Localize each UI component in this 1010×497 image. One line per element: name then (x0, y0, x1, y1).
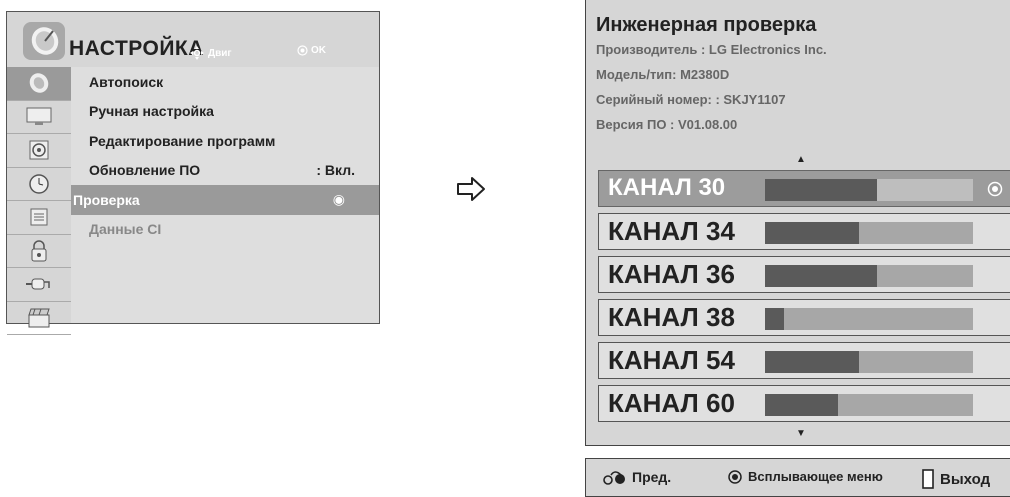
channel-label: КАНАЛ 38 (608, 302, 735, 332)
diagnostics-panel: Инженерная проверка Производитель : LG E… (585, 0, 1010, 446)
menu-item-label: Автопоиск (89, 73, 164, 90)
ok-indicator-icon (987, 181, 1003, 197)
signal-bar (765, 351, 973, 373)
menu-item-value: : Вкл. (316, 162, 355, 179)
category-lock[interactable] (7, 201, 71, 235)
satellite-dish-icon (29, 73, 49, 94)
move-hint-label: Двиг (208, 47, 232, 59)
menu-header: НАСТРОЙКА Двиг OK (7, 12, 379, 66)
right-arrow-icon (457, 177, 485, 201)
category-channel-setup[interactable] (7, 67, 71, 101)
serial-info: Серийный номер: : SKJY1107 (596, 92, 786, 107)
category-input[interactable] (7, 268, 71, 302)
manufacturer-info: Производитель : LG Electronics Inc. (596, 42, 827, 57)
category-sidebar (7, 67, 72, 335)
menu-item-label: Проверка (73, 191, 140, 208)
popup-menu-label: Всплывающее меню (748, 469, 883, 484)
signal-bar (765, 179, 973, 201)
menu-item-label: Обновление ПО (89, 162, 201, 179)
signal-bar-fill (765, 308, 784, 330)
popup-menu-button[interactable]: Всплывающее меню (728, 469, 883, 484)
exit-button[interactable]: Выход (922, 469, 990, 489)
menu-item-label: Ручная настройка (89, 103, 214, 120)
channel-row[interactable]: КАНАЛ 38 (598, 299, 1010, 336)
ok-hint-label: OK (311, 45, 326, 56)
ok-indicator-icon: ◉ (332, 191, 345, 208)
signal-bar-fill (765, 351, 859, 373)
channel-row[interactable]: КАНАЛ 36 (598, 256, 1010, 293)
category-picture[interactable] (7, 101, 71, 134)
settings-menu: НАСТРОЙКА Двиг OK Автопоиск Ручная настр… (6, 11, 380, 335)
scroll-up-icon[interactable]: ▲ (796, 154, 806, 165)
channel-row[interactable]: КАНАЛ 60 (598, 385, 1010, 422)
menu-item-label: Данные CI (89, 221, 162, 238)
signal-bar (765, 308, 973, 330)
menu-item-label: Редактирование программ (89, 132, 276, 149)
menu-item-programme-edit[interactable]: Редактирование программ (71, 126, 379, 156)
ok-hint: OK (297, 45, 326, 56)
monitor-icon (26, 107, 52, 125)
menu-item-ci-info: Данные CI (71, 215, 379, 245)
channel-label: КАНАЛ 60 (608, 388, 735, 418)
category-audio[interactable] (7, 134, 71, 168)
diagnostics-title: Инженерная проверка (596, 14, 817, 36)
exit-door-icon (922, 469, 934, 489)
channel-label: КАНАЛ 30 (608, 174, 726, 201)
menu-item-software-update[interactable]: Обновление ПО : Вкл. (71, 156, 379, 186)
dpad-icon (190, 46, 204, 60)
channel-row[interactable]: КАНАЛ 54 (598, 342, 1010, 379)
padlock-icon (31, 240, 47, 262)
signal-bar-fill (765, 179, 878, 201)
channel-label: КАНАЛ 54 (608, 345, 735, 375)
model-info: Модель/тип: M2380D (596, 67, 730, 82)
clapperboard-icon (28, 308, 50, 328)
move-hint: Двиг (189, 45, 232, 61)
back-return-icon (603, 471, 625, 485)
channel-row[interactable]: КАНАЛ 34 (598, 213, 1010, 250)
ok-button-icon (297, 45, 308, 56)
signal-bar (765, 222, 973, 244)
back-button[interactable]: Пред. (602, 469, 671, 485)
scroll-down-icon[interactable]: ▼ (796, 428, 806, 439)
menu-item-diagnostics[interactable]: Проверка ◉ (71, 185, 379, 215)
menu-item-manual-tuning[interactable]: Ручная настройка (71, 97, 379, 127)
category-option[interactable] (7, 235, 71, 268)
signal-bar-fill (765, 265, 878, 287)
signal-bar-fill (765, 394, 838, 416)
menu-title: НАСТРОЙКА (69, 37, 204, 60)
signal-bar-fill (765, 222, 859, 244)
category-time[interactable] (7, 168, 71, 201)
speaker-icon (29, 140, 49, 160)
software-version-info: Версия ПО : V01.08.00 (596, 117, 738, 132)
footer-bar: Пред. Всплывающее меню Выход (585, 458, 1010, 497)
signal-bar (765, 394, 973, 416)
lock-list-icon (30, 208, 48, 226)
channel-label: КАНАЛ 34 (608, 216, 735, 246)
settings-items-list: Автопоиск Ручная настройка Редактировани… (71, 67, 379, 323)
back-label: Пред. (632, 469, 672, 485)
exit-label: Выход (940, 470, 991, 488)
channel-row[interactable]: КАНАЛ 30 (598, 170, 1010, 207)
signal-bar (765, 265, 973, 287)
channel-label: КАНАЛ 36 (608, 259, 735, 289)
satellite-dish-icon (23, 22, 65, 60)
menu-item-auto-search[interactable]: Автопоиск (71, 67, 379, 97)
category-media[interactable] (7, 302, 71, 335)
clock-icon (29, 174, 49, 194)
ok-button-icon (728, 469, 742, 484)
connector-icon (26, 278, 50, 290)
